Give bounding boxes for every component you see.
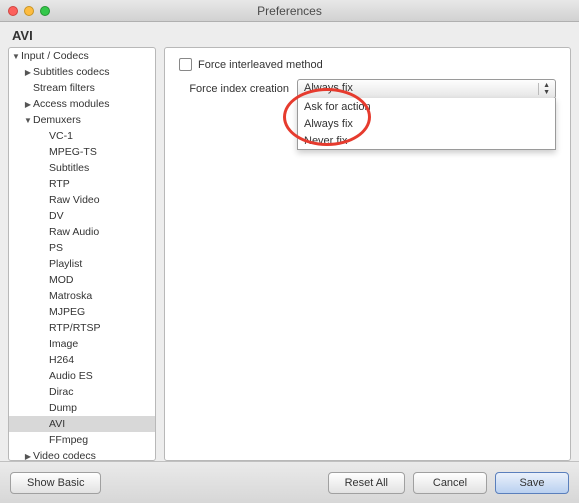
sidebar-item-label: Raw Audio <box>49 226 99 238</box>
sidebar-item[interactable]: ▶Access modules <box>9 96 155 112</box>
sidebar-item[interactable]: MPEG-TS <box>9 144 155 160</box>
chevron-right-icon: ▶ <box>23 100 33 109</box>
window-title: Preferences <box>0 4 579 18</box>
sidebar-item-label: Stream filters <box>33 82 95 94</box>
dropdown-popup: Ask for actionAlways fixNever fix <box>297 98 556 150</box>
sidebar-item-label: Dirac <box>49 386 74 398</box>
sidebar-item[interactable]: ▶Video codecs <box>9 448 155 460</box>
sidebar-item[interactable]: RTP/RTSP <box>9 320 155 336</box>
sidebar-item[interactable]: FFmpeg <box>9 432 155 448</box>
sidebar-item[interactable]: Matroska <box>9 288 155 304</box>
sidebar-item-label: Subtitles codecs <box>33 66 109 78</box>
footer: Show Basic Reset All Cancel Save <box>0 461 579 503</box>
reset-all-button[interactable]: Reset All <box>328 472 405 494</box>
sidebar-item[interactable]: Audio ES <box>9 368 155 384</box>
sidebar-item[interactable]: MOD <box>9 272 155 288</box>
force-index-dropdown[interactable]: Always fix ▲▼ Ask for actionAlways fixNe… <box>297 79 556 99</box>
chevron-down-icon: ▼ <box>23 116 33 125</box>
sidebar-item[interactable]: ▼Input / Codecs <box>9 48 155 64</box>
titlebar: Preferences <box>0 0 579 22</box>
sidebar-item-label: RTP <box>49 178 70 190</box>
sidebar-item[interactable]: MJPEG <box>9 304 155 320</box>
settings-panel: Force interleaved method Force index cre… <box>164 47 571 461</box>
sidebar-item-label: Matroska <box>49 290 92 302</box>
sidebar-item-label: Video codecs <box>33 450 96 460</box>
sidebar-item-label: DV <box>49 210 64 222</box>
sidebar-item-label: PS <box>49 242 63 254</box>
dropdown-option[interactable]: Never fix <box>298 132 555 149</box>
sidebar-item-label: AVI <box>49 418 65 430</box>
sidebar-item[interactable]: Playlist <box>9 256 155 272</box>
sidebar-item[interactable]: Dump <box>9 400 155 416</box>
sidebar-item-label: RTP/RTSP <box>49 322 101 334</box>
sidebar-item[interactable]: H264 <box>9 352 155 368</box>
sidebar-item[interactable]: RTP <box>9 176 155 192</box>
sidebar-item[interactable]: DV <box>9 208 155 224</box>
sidebar-item-label: Input / Codecs <box>21 50 89 62</box>
sidebar-item[interactable]: Dirac <box>9 384 155 400</box>
dropdown-option[interactable]: Ask for action <box>298 98 555 115</box>
sidebar: ▼Input / Codecs▶Subtitles codecsStream f… <box>8 47 156 461</box>
chevron-right-icon: ▶ <box>23 68 33 77</box>
sidebar-item-label: Playlist <box>49 258 82 270</box>
chevron-updown-icon: ▲▼ <box>543 82 550 96</box>
save-button[interactable]: Save <box>495 472 569 494</box>
sidebar-item[interactable]: Raw Audio <box>9 224 155 240</box>
sidebar-item-label: H264 <box>49 354 74 366</box>
sidebar-item[interactable]: Image <box>9 336 155 352</box>
sidebar-item-label: Raw Video <box>49 194 100 206</box>
force-interleaved-label: Force interleaved method <box>198 59 323 71</box>
page-title: AVI <box>0 22 579 47</box>
sidebar-item[interactable]: ▶Subtitles codecs <box>9 64 155 80</box>
chevron-down-icon: ▼ <box>11 52 21 61</box>
chevron-right-icon: ▶ <box>23 452 33 461</box>
sidebar-item-label: MJPEG <box>49 306 85 318</box>
sidebar-item[interactable]: AVI <box>9 416 155 432</box>
sidebar-item[interactable]: Stream filters <box>9 80 155 96</box>
sidebar-item[interactable]: PS <box>9 240 155 256</box>
dropdown-selected-text: Always fix <box>304 82 353 94</box>
sidebar-item-label: Image <box>49 338 78 350</box>
sidebar-item[interactable]: VC-1 <box>9 128 155 144</box>
sidebar-item[interactable]: Subtitles <box>9 160 155 176</box>
force-interleaved-checkbox[interactable] <box>179 58 192 71</box>
sidebar-item-label: Access modules <box>33 98 109 110</box>
sidebar-item-label: MOD <box>49 274 74 286</box>
sidebar-item-label: Demuxers <box>33 114 81 126</box>
sidebar-item-label: VC-1 <box>49 130 73 142</box>
sidebar-scroll[interactable]: ▼Input / Codecs▶Subtitles codecsStream f… <box>9 48 155 460</box>
cancel-button[interactable]: Cancel <box>413 472 487 494</box>
dropdown-option[interactable]: Always fix <box>298 115 555 132</box>
sidebar-item[interactable]: ▼Demuxers <box>9 112 155 128</box>
sidebar-item-label: Audio ES <box>49 370 93 382</box>
sidebar-item-label: FFmpeg <box>49 434 88 446</box>
sidebar-item-label: Subtitles <box>49 162 89 174</box>
force-index-label: Force index creation <box>179 83 297 95</box>
show-basic-button[interactable]: Show Basic <box>10 472 101 494</box>
dropdown-selected[interactable]: Always fix ▲▼ <box>297 79 556 99</box>
sidebar-item-label: MPEG-TS <box>49 146 97 158</box>
sidebar-item-label: Dump <box>49 402 77 414</box>
sidebar-item[interactable]: Raw Video <box>9 192 155 208</box>
